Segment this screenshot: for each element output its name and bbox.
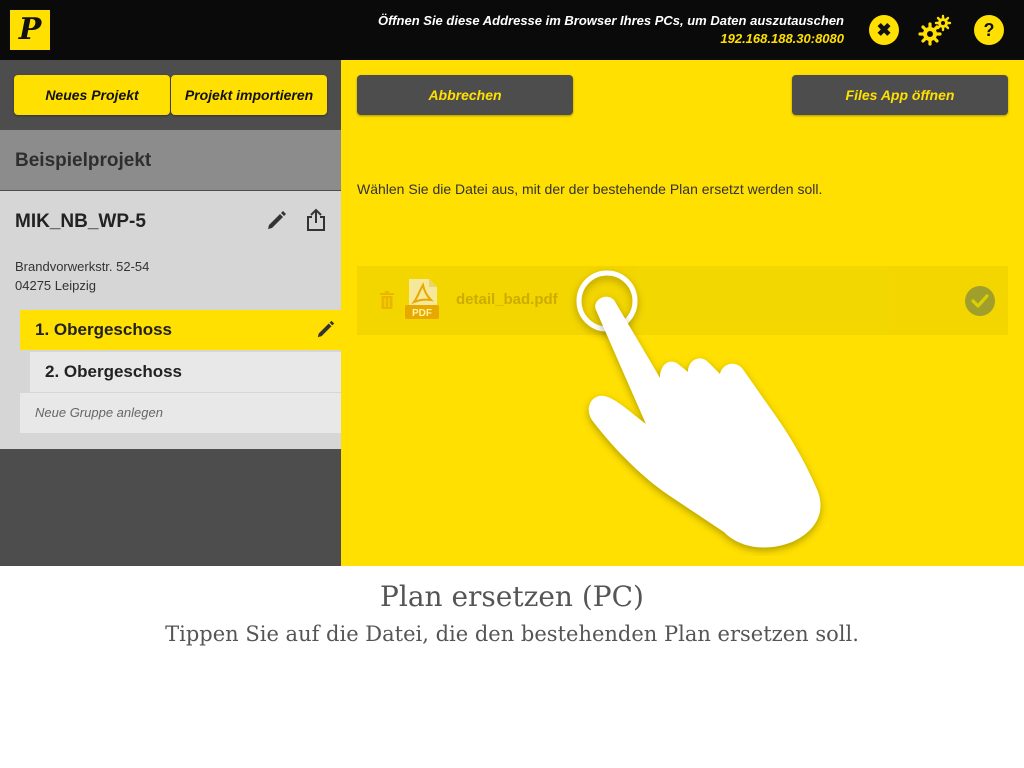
- new-project-button[interactable]: Neues Projekt: [14, 75, 170, 115]
- gear-icon[interactable]: [918, 14, 952, 46]
- app-logo: P: [10, 10, 50, 50]
- import-project-button[interactable]: Projekt importieren: [171, 75, 327, 115]
- connection-instruction: Öffnen Sie diese Addresse im Browser Ihr…: [378, 13, 844, 28]
- floor-label: 1. Obergeschoss: [35, 320, 173, 339]
- new-group-button[interactable]: Neue Gruppe anlegen: [20, 393, 341, 433]
- edit-icon[interactable]: [266, 209, 288, 231]
- share-icon[interactable]: [305, 208, 327, 232]
- project-sidebar: Neues Projekt Projekt importieren Beispi…: [0, 60, 341, 566]
- cancel-button[interactable]: Abbrechen: [357, 75, 573, 115]
- file-name: detail_bad.pdf: [456, 291, 558, 308]
- floor-item-active[interactable]: 1. Obergeschoss: [20, 310, 341, 350]
- help-icon[interactable]: ?: [974, 15, 1004, 45]
- pdf-badge-label: PDF: [412, 308, 432, 319]
- connection-info: Öffnen Sie diese Addresse im Browser Ihr…: [378, 12, 844, 48]
- project-header[interactable]: Beispielprojekt: [0, 130, 341, 190]
- files-app-button[interactable]: Files App öffnen: [792, 75, 1008, 115]
- close-icon[interactable]: ✖: [869, 15, 899, 45]
- caption: Plan ersetzen (PC) Tippen Sie auf die Da…: [0, 566, 1024, 768]
- trash-icon[interactable]: [379, 290, 395, 310]
- address-street: Brandvorwerkstr. 52-54: [15, 259, 150, 274]
- plan-address: Brandvorwerkstr. 52-54 04275 Leipzig: [15, 257, 149, 295]
- floor-item[interactable]: 2. Obergeschoss: [30, 352, 341, 392]
- edit-icon[interactable]: [316, 319, 336, 339]
- project-name: Beispielprojekt: [15, 150, 152, 171]
- pdf-file-icon: PDF: [405, 279, 439, 319]
- new-group-label: Neue Gruppe anlegen: [35, 405, 163, 420]
- floor-label: 2. Obergeschoss: [45, 362, 183, 381]
- sidebar-actions: Neues Projekt Projekt importieren: [0, 60, 341, 130]
- tap-hand-icon: [576, 270, 821, 548]
- plan-title: MIK_NB_WP-5: [15, 211, 146, 232]
- caption-title: Plan ersetzen (PC): [380, 580, 644, 613]
- instruction-text: Wählen Sie die Datei aus, mit der der be…: [357, 181, 823, 197]
- check-icon: [965, 286, 995, 316]
- connection-address: 192.168.188.30:8080: [720, 31, 844, 46]
- address-city: 04275 Leipzig: [15, 278, 96, 293]
- top-bar: P Öffnen Sie diese Addresse im Browser I…: [0, 0, 1024, 60]
- caption-subtitle: Tippen Sie auf die Datei, die den besteh…: [165, 622, 859, 646]
